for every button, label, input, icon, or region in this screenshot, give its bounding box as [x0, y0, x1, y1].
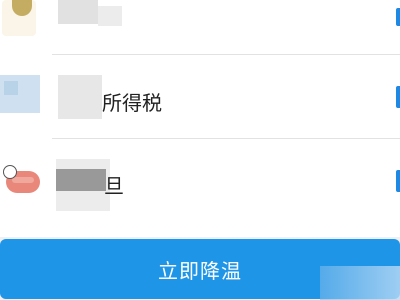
row-action-tab[interactable] [396, 86, 400, 108]
red-badge-app-icon [3, 165, 41, 201]
blue-app-icon [0, 75, 40, 113]
app-name: 旦 [104, 174, 124, 198]
blurred-app-name [56, 169, 106, 191]
blurred-overlay [320, 266, 400, 300]
blurred-app-name [58, 75, 102, 119]
gold-coin-app-icon [2, 0, 36, 36]
app-list-item[interactable]: 旦 [0, 139, 400, 232]
blurred-app-name [58, 0, 98, 24]
blurred-app-name [98, 6, 122, 26]
row-action-tab[interactable] [396, 8, 400, 26]
app-name: 所得税 [102, 91, 162, 115]
row-action-tab[interactable] [396, 170, 400, 192]
app-list-item[interactable] [0, 0, 400, 54]
bottom-bar: 立即降温 [0, 237, 400, 300]
app-list-item[interactable]: 所得税 [0, 55, 400, 138]
app-list: 所得税 旦 [0, 0, 400, 232]
